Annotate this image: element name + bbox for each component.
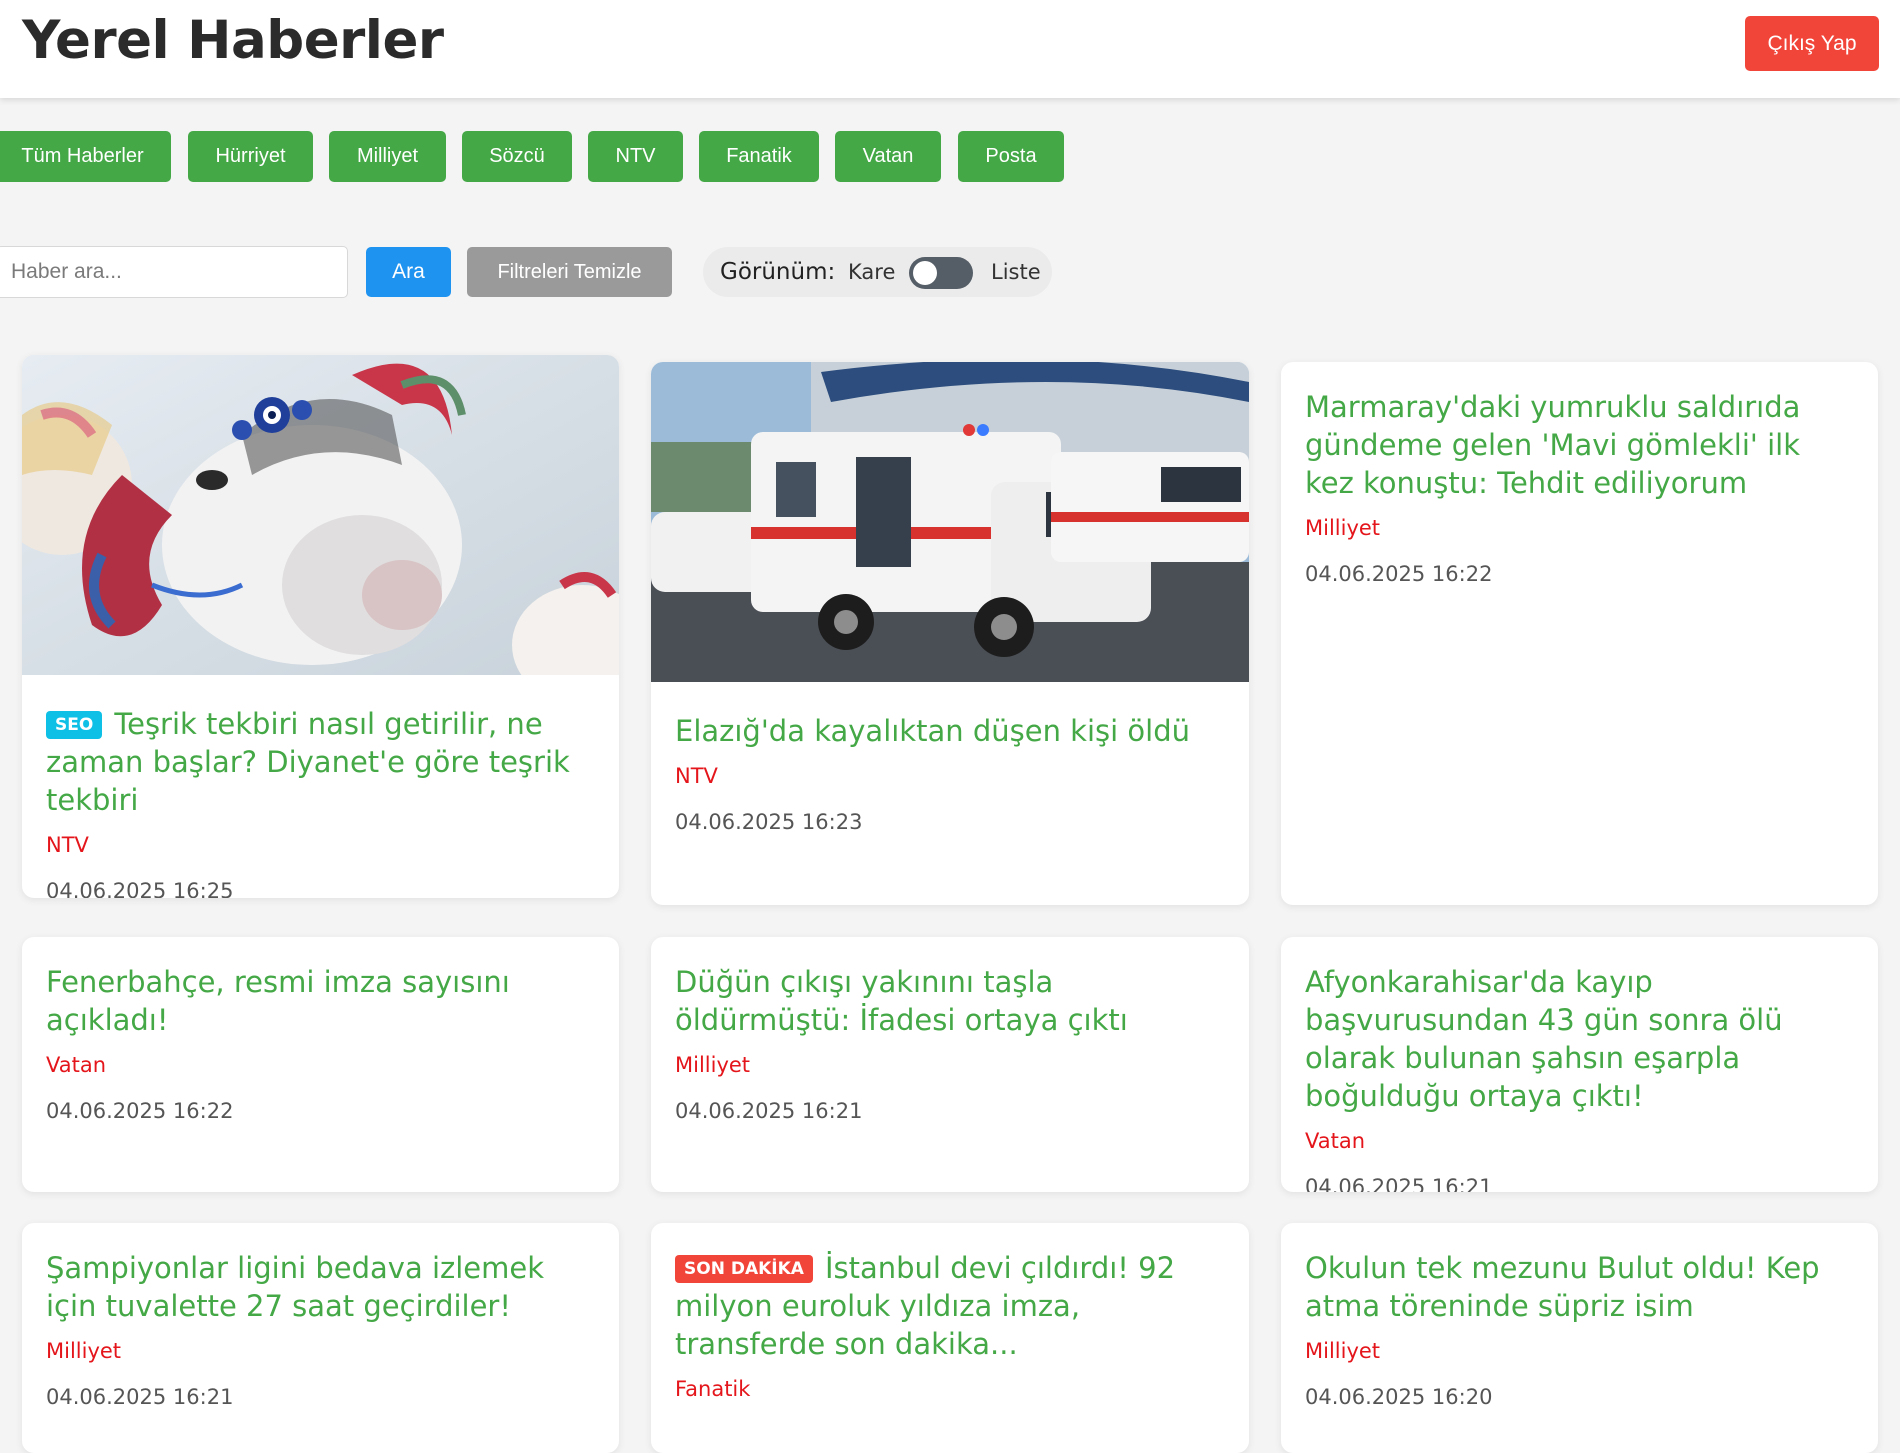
top-header: Yerel Haberler Çıkış Yap xyxy=(0,0,1900,98)
news-card[interactable]: Fenerbahçe, resmi imza sayısını açıkladı… xyxy=(22,937,619,1192)
news-source: NTV xyxy=(46,833,89,857)
news-date: 04.06.2025 16:22 xyxy=(46,1099,234,1123)
news-card[interactable]: Şampiyonlar ligini bedava izlemek için t… xyxy=(22,1223,619,1453)
view-mode-label: Görünüm: xyxy=(720,259,836,285)
news-source: NTV xyxy=(675,764,718,788)
breaking-news-badge: SON DAKİKA xyxy=(675,1255,813,1283)
news-source: Milliyet xyxy=(46,1339,122,1363)
news-image-ambulance xyxy=(651,362,1249,682)
news-source: Milliyet xyxy=(1305,516,1381,540)
news-date: 04.06.2025 16:22 xyxy=(1305,562,1493,586)
view-option-list[interactable]: Liste xyxy=(991,260,1041,284)
view-switch[interactable] xyxy=(909,257,973,289)
source-filter-sozcu[interactable]: Sözcü xyxy=(462,131,572,182)
news-image-ram xyxy=(22,355,619,675)
news-date: 04.06.2025 16:20 xyxy=(1305,1385,1493,1409)
switch-knob xyxy=(913,261,937,285)
news-title[interactable]: Elazığ'da kayalıktan düşen kişi öldü xyxy=(675,712,1225,750)
news-source: Fanatik xyxy=(675,1377,751,1401)
search-input[interactable] xyxy=(0,246,348,298)
news-card[interactable]: SON DAKİKA İstanbul devi çıldırdı! 92 mil… xyxy=(651,1223,1249,1453)
news-title-text: Teşrik tekbiri nasıl getirilir, ne zaman… xyxy=(46,707,570,817)
news-title[interactable]: Afyonkarahisar'da kayıp başvurusundan 43… xyxy=(1305,963,1854,1115)
source-filter-hurriyet[interactable]: Hürriyet xyxy=(188,131,313,182)
news-card[interactable]: Marmaray'daki yumruklu saldırıda gündeme… xyxy=(1281,362,1878,905)
news-title[interactable]: Okulun tek mezunu Bulut oldu! Kep atma t… xyxy=(1305,1249,1854,1325)
news-source: Milliyet xyxy=(1305,1339,1381,1363)
search-button[interactable]: Ara xyxy=(366,247,451,297)
news-card[interactable]: SEO Teşrik tekbiri nasıl getirilir, ne za… xyxy=(22,355,619,898)
news-date: 04.06.2025 16:25 xyxy=(46,879,234,898)
source-filter-all[interactable]: Tüm Haberler xyxy=(0,131,171,182)
news-card[interactable]: Okulun tek mezunu Bulut oldu! Kep atma t… xyxy=(1281,1223,1878,1453)
news-title[interactable]: Fenerbahçe, resmi imza sayısını açıkladı… xyxy=(46,963,595,1039)
news-title[interactable]: SEO Teşrik tekbiri nasıl getirilir, ne za… xyxy=(46,705,595,819)
logout-button[interactable]: Çıkış Yap xyxy=(1745,16,1879,71)
news-date: 04.06.2025 16:21 xyxy=(675,1099,863,1123)
news-card[interactable]: Afyonkarahisar'da kayıp başvurusundan 43… xyxy=(1281,937,1878,1192)
news-title[interactable]: SON DAKİKA İstanbul devi çıldırdı! 92 mil… xyxy=(675,1249,1225,1363)
source-filter-milliyet[interactable]: Milliyet xyxy=(329,131,446,182)
seo-badge: SEO xyxy=(46,711,103,739)
page-title: Yerel Haberler xyxy=(22,10,444,71)
news-date: 04.06.2025 16:21 xyxy=(1305,1175,1493,1192)
source-filter-posta[interactable]: Posta xyxy=(958,131,1064,182)
news-title[interactable]: Marmaray'daki yumruklu saldırıda gündeme… xyxy=(1305,388,1854,502)
clear-filters-button[interactable]: Filtreleri Temizle xyxy=(467,247,672,297)
news-source: Vatan xyxy=(46,1053,107,1077)
source-filter-fanatik[interactable]: Fanatik xyxy=(699,131,819,182)
news-source: Vatan xyxy=(1305,1129,1366,1153)
view-option-grid[interactable]: Kare xyxy=(848,260,895,284)
news-card[interactable]: Elazığ'da kayalıktan düşen kişi öldü NTV… xyxy=(651,362,1249,905)
news-title[interactable]: Düğün çıkışı yakınını taşla öldürmüştü: … xyxy=(675,963,1225,1039)
news-date: 04.06.2025 16:23 xyxy=(675,810,863,834)
news-source: Milliyet xyxy=(675,1053,751,1077)
source-filter-ntv[interactable]: NTV xyxy=(588,131,683,182)
source-filter-vatan[interactable]: Vatan xyxy=(835,131,941,182)
news-date: 04.06.2025 16:21 xyxy=(46,1385,234,1409)
news-title[interactable]: Şampiyonlar ligini bedava izlemek için t… xyxy=(46,1249,595,1325)
news-card[interactable]: Düğün çıkışı yakınını taşla öldürmüştü: … xyxy=(651,937,1249,1192)
view-mode-toggle: Görünüm: Kare Liste xyxy=(703,247,1052,297)
